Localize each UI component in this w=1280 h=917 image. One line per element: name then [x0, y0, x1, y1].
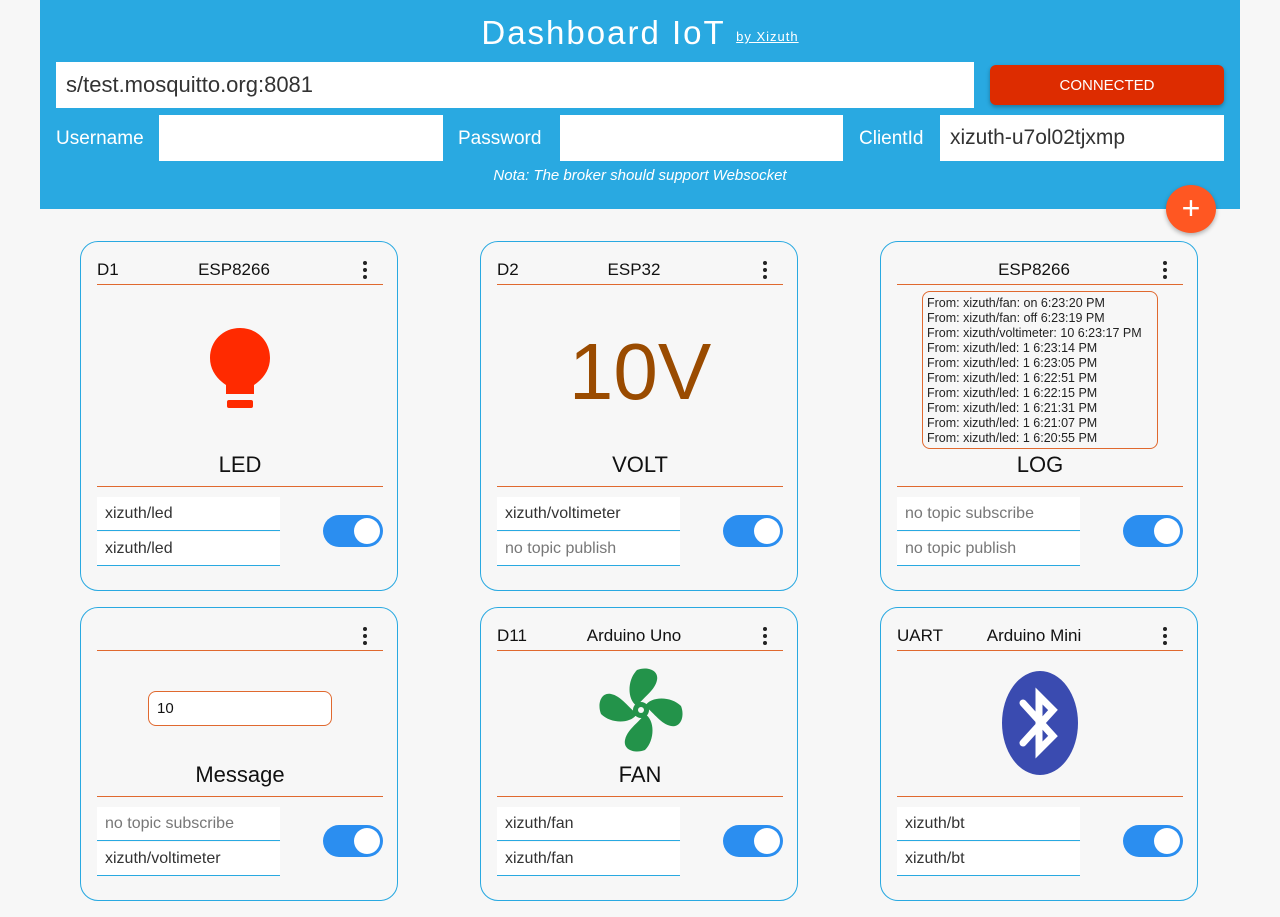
widget-card-bluetooth: UART Arduino Mini xizuth/bt xizuth/bt [880, 607, 1198, 901]
card-header: D11 Arduino Uno [497, 624, 783, 651]
card-header: ESP8266 [897, 258, 1183, 285]
more-vert-icon[interactable] [1157, 624, 1173, 646]
title-row: Dashboard IoT by Xizuth [40, 14, 1240, 52]
username-input[interactable] [159, 115, 443, 161]
device-label: ESP8266 [998, 260, 1070, 279]
password-label: Password [458, 128, 542, 149]
more-vert-icon[interactable] [357, 258, 373, 280]
volt-value: 10V [568, 327, 712, 416]
password-input[interactable] [560, 115, 843, 161]
widget-name: Message [97, 762, 383, 797]
device-label: Arduino Uno [586, 626, 682, 645]
log-line: From: xizuth/fan: off 6:23:19 PM [927, 311, 1105, 325]
log-line: From: xizuth/voltimeter: 10 6:23:17 PM [927, 326, 1142, 340]
device-label: Arduino Mini [986, 626, 1082, 645]
broker-url-input[interactable]: s/test.mosquitto.org:8081 [56, 62, 974, 108]
log-line: From: xizuth/led: 1 6:22:15 PM [927, 386, 1098, 400]
log-line: From: xizuth/led: 1 6:23:14 PM [927, 341, 1098, 355]
log-list[interactable]: From: xizuth/fan: on 6:23:20 PM From: xi… [922, 291, 1158, 449]
publish-topic[interactable]: xizuth/fan [497, 842, 680, 876]
author-link[interactable]: by Xizuth [736, 29, 798, 44]
clientid-input[interactable]: xizuth-u7ol02tjxmp [940, 115, 1224, 161]
enable-toggle[interactable] [723, 825, 783, 857]
card-header: D2 ESP32 [497, 258, 783, 285]
websocket-note: Nota: The broker should support Websocke… [493, 167, 787, 184]
header-bar: Dashboard IoT by Xizuth s/test.mosquitto… [40, 0, 1240, 209]
card-header: UART Arduino Mini [897, 624, 1183, 651]
widget-card-volt: D2 ESP32 10V VOLT xizuth/voltimeter no t… [480, 241, 798, 591]
device-label: ESP32 [607, 260, 661, 279]
connect-button[interactable]: CONNECTED [990, 65, 1224, 105]
widget-card-log: ESP8266 From: xizuth/fan: on 6:23:20 PM … [880, 241, 1198, 591]
subscribe-topic[interactable]: xizuth/bt [897, 807, 1080, 841]
enable-toggle[interactable] [323, 515, 383, 547]
log-line: From: xizuth/led: 1 6:22:51 PM [927, 371, 1098, 385]
publish-topic[interactable]: xizuth/bt [897, 842, 1080, 876]
log-line: From: xizuth/led: 1 6:20:55 PM [927, 431, 1098, 445]
widget-card-fan: D11 Arduino Uno FAN xizuth/fan xizuth/fa… [480, 607, 798, 901]
enable-toggle[interactable] [1123, 515, 1183, 547]
enable-toggle[interactable] [1123, 825, 1183, 857]
card-header: D1 ESP8266 [97, 258, 383, 285]
subscribe-topic[interactable]: no topic subscribe [97, 807, 280, 841]
bluetooth-icon[interactable] [1001, 670, 1079, 776]
widget-card-led: D1 ESP8266 LED xizuth/led xizuth/led [80, 241, 398, 591]
subscribe-topic[interactable]: xizuth/voltimeter [497, 497, 680, 531]
publish-topic[interactable]: no topic publish [497, 532, 680, 566]
widget-name: FAN [497, 762, 783, 797]
widget-name: LOG [897, 452, 1183, 487]
log-line: From: xizuth/led: 1 6:21:07 PM [927, 416, 1098, 430]
subscribe-topic[interactable]: no topic subscribe [897, 497, 1080, 531]
publish-topic[interactable]: no topic publish [897, 532, 1080, 566]
clientid-label: ClientId [859, 128, 924, 149]
bulb-icon[interactable] [208, 326, 272, 416]
more-vert-icon[interactable] [1157, 258, 1173, 280]
device-label: ESP8266 [198, 260, 270, 279]
subscribe-topic[interactable]: xizuth/fan [497, 807, 680, 841]
more-vert-icon[interactable] [757, 258, 773, 280]
widget-name [897, 762, 1183, 797]
widget-name: VOLT [497, 452, 783, 487]
log-line: From: xizuth/led: 1 6:23:05 PM [927, 356, 1098, 370]
subscribe-topic[interactable]: xizuth/led [97, 497, 280, 531]
enable-toggle[interactable] [723, 515, 783, 547]
card-header [97, 624, 383, 651]
message-input[interactable]: 10 [148, 691, 332, 726]
app-title: Dashboard IoT [481, 14, 726, 51]
more-vert-icon[interactable] [357, 624, 373, 646]
enable-toggle[interactable] [323, 825, 383, 857]
publish-topic[interactable]: xizuth/led [97, 532, 280, 566]
add-widget-button[interactable]: + [1166, 185, 1216, 233]
widget-card-message: 10 Message no topic subscribe xizuth/vol… [80, 607, 398, 901]
log-line: From: xizuth/led: 1 6:21:31 PM [927, 401, 1098, 415]
widget-name: LED [97, 452, 383, 487]
publish-topic[interactable]: xizuth/voltimeter [97, 842, 280, 876]
username-label: Username [56, 128, 144, 149]
more-vert-icon[interactable] [757, 624, 773, 646]
fan-icon[interactable] [596, 665, 686, 755]
log-line: From: xizuth/fan: on 6:23:20 PM [927, 296, 1105, 310]
